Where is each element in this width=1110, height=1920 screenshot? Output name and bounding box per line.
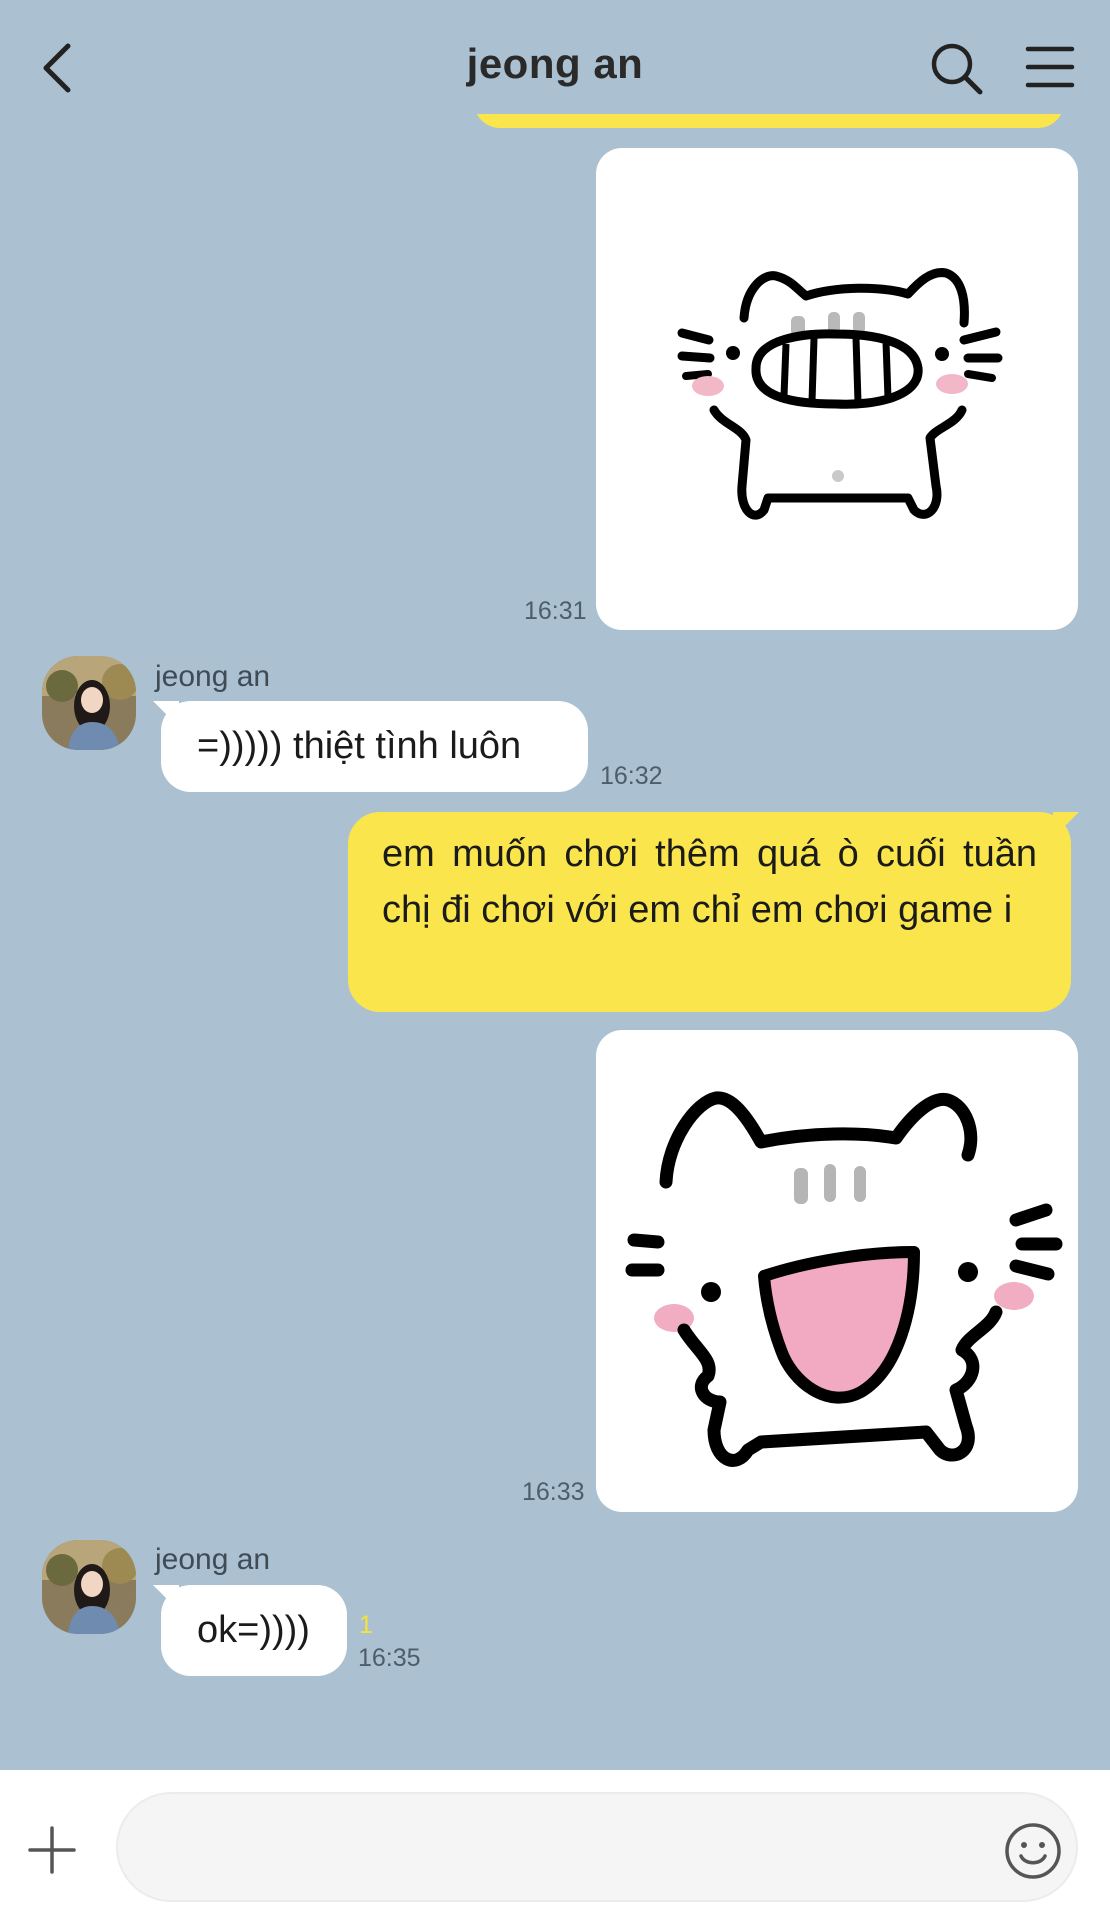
message-time: 16:32 (600, 762, 663, 790)
unread-count: 1 (359, 1611, 373, 1639)
message-text: em muốn chơi thêm quá ò cuối tuần chị đi… (382, 833, 1037, 931)
sender-name: jeong an (155, 1543, 271, 1576)
sender-name: jeong an (155, 660, 271, 693)
message-time: 16:33 (522, 1478, 585, 1506)
grinning-cat-icon (677, 268, 1003, 520)
sticker-grinning-cat[interactable] (596, 148, 1078, 630)
search-icon[interactable] (928, 40, 984, 96)
message-text: =))))) thiệt tình luôn (197, 725, 522, 767)
avatar[interactable] (42, 656, 136, 750)
incoming-message-bubble[interactable]: ok=)))) (153, 1585, 347, 1676)
incoming-message-bubble[interactable]: =))))) thiệt tình luôn (153, 701, 588, 792)
chat-header: jeong an (0, 0, 1110, 114)
sticker-laughing-cat[interactable] (596, 1030, 1078, 1512)
message-time: 16:35 (358, 1644, 421, 1672)
bubble-tail (1053, 812, 1079, 838)
laughing-cat-icon (625, 1091, 1063, 1467)
outgoing-message-bubble[interactable]: em muốn chơi thêm quá ò cuối tuần chị đi… (348, 812, 1079, 1012)
bubble-tail (153, 1585, 179, 1611)
avatar[interactable] (42, 1540, 136, 1634)
message-text: ok=)))) (197, 1609, 310, 1651)
message-composer (0, 1770, 1110, 1920)
emoji-icon[interactable] (1004, 1822, 1062, 1880)
plus-icon[interactable] (28, 1826, 76, 1874)
message-time: 16:31 (524, 597, 587, 625)
menu-icon[interactable] (1024, 44, 1076, 90)
message-input[interactable] (116, 1792, 1078, 1902)
bubble-tail (153, 701, 179, 727)
